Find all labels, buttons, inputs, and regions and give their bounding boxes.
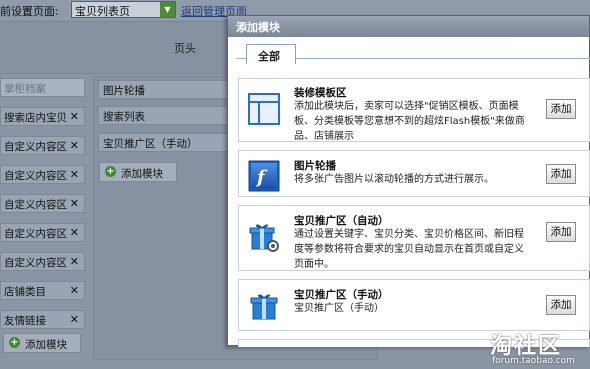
main-item[interactable]: 宝贝推广区（手动） xyxy=(98,133,243,152)
page-select[interactable]: 宝贝列表页 ▼ xyxy=(71,1,176,18)
add-module-button[interactable]: 添加 xyxy=(546,164,576,184)
dialog-title: 添加模块 xyxy=(236,21,280,34)
module-description: 添加此模块后，卖家可以选择"促销区模板、页面模板、分类模板等您意想不到的超炫Fl… xyxy=(294,101,525,142)
flash-icon: f xyxy=(248,160,280,192)
module-name: 宝贝推广区（手动） xyxy=(294,289,389,301)
module-description: 通过设置关键字、宝贝分类、宝贝价格区间、新旧程度等参数将符合要求的宝贝自动显示在… xyxy=(294,229,524,270)
left-item[interactable]: 自定义内容区 ✕ xyxy=(0,223,85,242)
watermark-url: forum.taobao.com xyxy=(492,356,575,366)
left-column: 掌柜档案 搜索店内宝贝 ✕ 自定义内容区 ✕ 自定义内容区 ✕ 自定义内容区 ✕… xyxy=(0,78,87,368)
add-module-button[interactable]: 添加 xyxy=(546,99,576,119)
module-name: 装修模板区 xyxy=(294,87,347,99)
left-add-module-button[interactable]: + 添加模块 xyxy=(3,333,81,353)
plus-icon: + xyxy=(105,166,116,177)
module-name: 宝贝推广区（自动） xyxy=(294,215,389,227)
close-icon[interactable]: ✕ xyxy=(70,226,79,239)
left-item[interactable]: 友情链接 ✕ xyxy=(0,310,85,329)
layout-template-icon xyxy=(248,93,280,125)
add-module-dialog: 添加模块 全部 装修模板区 添加此模块后，卖家可以选择"促销区模板、页面模板、分… xyxy=(227,15,590,347)
dialog-title-bar[interactable]: 添加模块 xyxy=(228,16,589,37)
left-item[interactable]: 自定义内容区 ✕ xyxy=(0,136,85,155)
close-icon[interactable]: ✕ xyxy=(70,284,79,297)
module-card: f 图片轮播 将多张广告图片以滚动轮播的方式进行展示。 添加 xyxy=(238,150,590,197)
module-description: 将多张广告图片以滚动轮播的方式进行展示。 xyxy=(294,174,494,185)
add-module-button[interactable]: 添加 xyxy=(546,222,576,242)
module-card: 宝贝推广区（自动） 通过设置关键字、宝贝分类、宝贝价格区间、新旧程度等参数将符合… xyxy=(238,205,590,271)
gift-icon xyxy=(250,294,278,320)
tab-all[interactable]: 全部 xyxy=(246,44,296,64)
watermark: 淘社区 forum.taobao.com xyxy=(484,328,590,369)
module-card: 宝贝推广区（手动） 宝贝推广区（手动） 添加 xyxy=(238,279,590,331)
chevron-down-icon[interactable]: ▼ xyxy=(160,2,175,17)
page-select-value: 宝贝列表页 xyxy=(75,5,130,18)
left-item[interactable]: 自定义内容区 ✕ xyxy=(0,252,85,271)
close-icon[interactable]: ✕ xyxy=(70,110,79,123)
left-item-profile[interactable]: 掌柜档案 xyxy=(0,78,85,97)
module-list: 装修模板区 添加此模块后，卖家可以选择"促销区模板、页面模板、分类模板等您意想不… xyxy=(238,69,590,347)
close-icon[interactable]: ✕ xyxy=(70,255,79,268)
main-item[interactable]: 搜索列表 xyxy=(98,106,243,125)
close-icon[interactable]: ✕ xyxy=(70,168,79,181)
module-card: 装修模板区 添加此模块后，卖家可以选择"促销区模板、页面模板、分类模板等您意想不… xyxy=(238,78,590,142)
current-page-label: 前设置页面: xyxy=(0,5,59,18)
left-item[interactable]: 自定义内容区 ✕ xyxy=(0,194,85,213)
gift-gear-icon xyxy=(249,224,279,252)
close-icon[interactable]: ✕ xyxy=(70,313,79,326)
main-add-module-button[interactable]: + 添加模块 xyxy=(99,162,177,182)
module-description: 宝贝推广区（手动） xyxy=(294,303,384,314)
left-item[interactable]: 店铺类目 ✕ xyxy=(0,281,85,300)
header-region-label: 页头 xyxy=(174,42,196,55)
plus-icon: + xyxy=(9,337,20,348)
main-item[interactable]: 图片轮播 xyxy=(98,80,243,99)
module-name: 图片轮播 xyxy=(294,160,336,172)
add-module-button[interactable]: 添加 xyxy=(546,295,576,315)
left-item[interactable]: 自定义内容区 ✕ xyxy=(0,165,85,184)
close-icon[interactable]: ✕ xyxy=(70,139,79,152)
left-item[interactable]: 搜索店内宝贝 ✕ xyxy=(0,107,85,126)
close-icon[interactable]: ✕ xyxy=(70,197,79,210)
